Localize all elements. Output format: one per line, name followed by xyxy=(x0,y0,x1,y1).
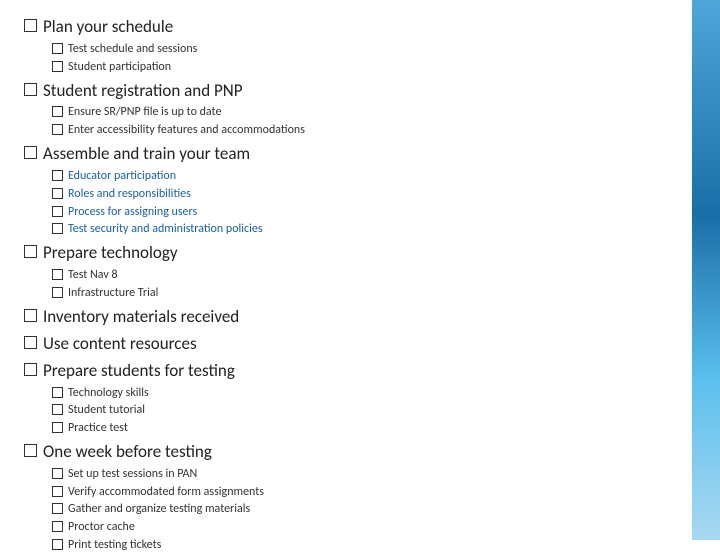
main-item-one-week: One week before testing xyxy=(24,441,668,464)
sub-label: Roles and responsibilities xyxy=(68,186,191,203)
main-item-prepare-technology: Prepare technology xyxy=(24,242,668,265)
sub-item: Test security and administration policie… xyxy=(52,221,668,238)
sub-item: Technology skills xyxy=(52,385,668,402)
main-label-use-content: Use content resources xyxy=(43,333,197,356)
sub-checkbox[interactable] xyxy=(52,269,63,280)
main-item-student-registration: Student registration and PNP xyxy=(24,80,668,103)
main-label-plan-schedule: Plan your schedule xyxy=(43,16,173,39)
main-item-use-content: Use content resources xyxy=(24,333,668,356)
sub-checkbox[interactable] xyxy=(52,539,63,550)
sub-label: Infrastructure Trial xyxy=(68,285,158,302)
sub-item: Verify accommodated form assignments xyxy=(52,484,668,501)
sub-checkbox[interactable] xyxy=(52,106,63,117)
sub-label: Test Nav 8 xyxy=(68,267,118,284)
sub-label: Test schedule and sessions xyxy=(68,41,197,58)
sub-checkbox[interactable] xyxy=(52,404,63,415)
main-item-plan-schedule: Plan your schedule xyxy=(24,16,668,39)
sub-checkbox[interactable] xyxy=(52,468,63,479)
checkbox-student-registration[interactable] xyxy=(24,83,37,96)
sub-item: Proctor cache xyxy=(52,519,668,536)
sub-checkbox[interactable] xyxy=(52,503,63,514)
sub-checkbox[interactable] xyxy=(52,223,63,234)
sub-label: Proctor cache xyxy=(68,519,135,536)
sub-label: Gather and organize testing materials xyxy=(68,501,250,518)
sub-label: Practice test xyxy=(68,420,128,437)
sub-checkbox[interactable] xyxy=(52,387,63,398)
sub-checkbox[interactable] xyxy=(52,170,63,181)
sub-checkbox[interactable] xyxy=(52,206,63,217)
section-inventory-materials: Inventory materials received xyxy=(24,306,668,329)
sub-item: Practice test xyxy=(52,420,668,437)
main-label-inventory-materials: Inventory materials received xyxy=(43,306,239,329)
sub-label: Student participation xyxy=(68,59,171,76)
section-student-registration: Student registration and PNPEnsure SR/PN… xyxy=(24,80,668,140)
main-item-prepare-students: Prepare students for testing xyxy=(24,360,668,383)
section-prepare-technology: Prepare technologyTest Nav 8Infrastructu… xyxy=(24,242,668,302)
content-area: Plan your scheduleTest schedule and sess… xyxy=(20,16,700,554)
subitems-prepare-students: Technology skillsStudent tutorialPractic… xyxy=(52,385,668,437)
sub-item: Test Nav 8 xyxy=(52,267,668,284)
sub-item: Test schedule and sessions xyxy=(52,41,668,58)
sub-label: Process for assigning users xyxy=(68,204,197,221)
sub-checkbox[interactable] xyxy=(52,486,63,497)
section-prepare-students: Prepare students for testingTechnology s… xyxy=(24,360,668,437)
section-assemble-train: Assemble and train your teamEducator par… xyxy=(24,143,668,238)
section-plan-schedule: Plan your scheduleTest schedule and sess… xyxy=(24,16,668,76)
sub-label: Test security and administration policie… xyxy=(68,221,263,238)
sub-item: Infrastructure Trial xyxy=(52,285,668,302)
sub-label: Technology skills xyxy=(68,385,149,402)
page: Plan your scheduleTest schedule and sess… xyxy=(0,0,720,540)
section-one-week: One week before testingSet up test sessi… xyxy=(24,441,668,554)
sub-checkbox[interactable] xyxy=(52,422,63,433)
sub-item: Enter accessibility features and accommo… xyxy=(52,122,668,139)
sub-checkbox[interactable] xyxy=(52,61,63,72)
sub-item: Student tutorial xyxy=(52,402,668,419)
main-label-assemble-train: Assemble and train your team xyxy=(43,143,250,166)
sub-checkbox[interactable] xyxy=(52,287,63,298)
sub-item: Educator participation xyxy=(52,168,668,185)
sub-label: Ensure SR/PNP file is up to date xyxy=(68,104,221,121)
sub-label: Verify accommodated form assignments xyxy=(68,484,264,501)
sub-item: Ensure SR/PNP file is up to date xyxy=(52,104,668,121)
main-label-prepare-students: Prepare students for testing xyxy=(43,360,235,383)
main-item-assemble-train: Assemble and train your team xyxy=(24,143,668,166)
sub-item: Roles and responsibilities xyxy=(52,186,668,203)
sub-item: Gather and organize testing materials xyxy=(52,501,668,518)
subitems-prepare-technology: Test Nav 8Infrastructure Trial xyxy=(52,267,668,302)
sub-item: Process for assigning users xyxy=(52,204,668,221)
checkbox-prepare-students[interactable] xyxy=(24,363,37,376)
sub-label: Set up test sessions in PAN xyxy=(68,466,197,483)
subitems-plan-schedule: Test schedule and sessionsStudent partic… xyxy=(52,41,668,76)
decorative-bar xyxy=(692,0,720,540)
main-item-inventory-materials: Inventory materials received xyxy=(24,306,668,329)
checkbox-one-week[interactable] xyxy=(24,444,37,457)
main-label-one-week: One week before testing xyxy=(43,441,212,464)
subitems-one-week: Set up test sessions in PANVerify accomm… xyxy=(52,466,668,554)
sub-item: Set up test sessions in PAN xyxy=(52,466,668,483)
checkbox-prepare-technology[interactable] xyxy=(24,245,37,258)
checkbox-inventory-materials[interactable] xyxy=(24,309,37,322)
checkbox-use-content[interactable] xyxy=(24,336,37,349)
checkbox-assemble-train[interactable] xyxy=(24,146,37,159)
sub-label: Educator participation xyxy=(68,168,176,185)
sub-label: Enter accessibility features and accommo… xyxy=(68,122,305,139)
sub-checkbox[interactable] xyxy=(52,124,63,135)
section-use-content: Use content resources xyxy=(24,333,668,356)
sub-checkbox[interactable] xyxy=(52,521,63,532)
subitems-assemble-train: Educator participationRoles and responsi… xyxy=(52,168,668,238)
sub-checkbox[interactable] xyxy=(52,43,63,54)
sub-item: Student participation xyxy=(52,59,668,76)
sub-label: Student tutorial xyxy=(68,402,145,419)
checkbox-plan-schedule[interactable] xyxy=(24,19,37,32)
subitems-student-registration: Ensure SR/PNP file is up to dateEnter ac… xyxy=(52,104,668,139)
main-label-prepare-technology: Prepare technology xyxy=(43,242,178,265)
sub-checkbox[interactable] xyxy=(52,188,63,199)
main-label-student-registration: Student registration and PNP xyxy=(43,80,243,103)
